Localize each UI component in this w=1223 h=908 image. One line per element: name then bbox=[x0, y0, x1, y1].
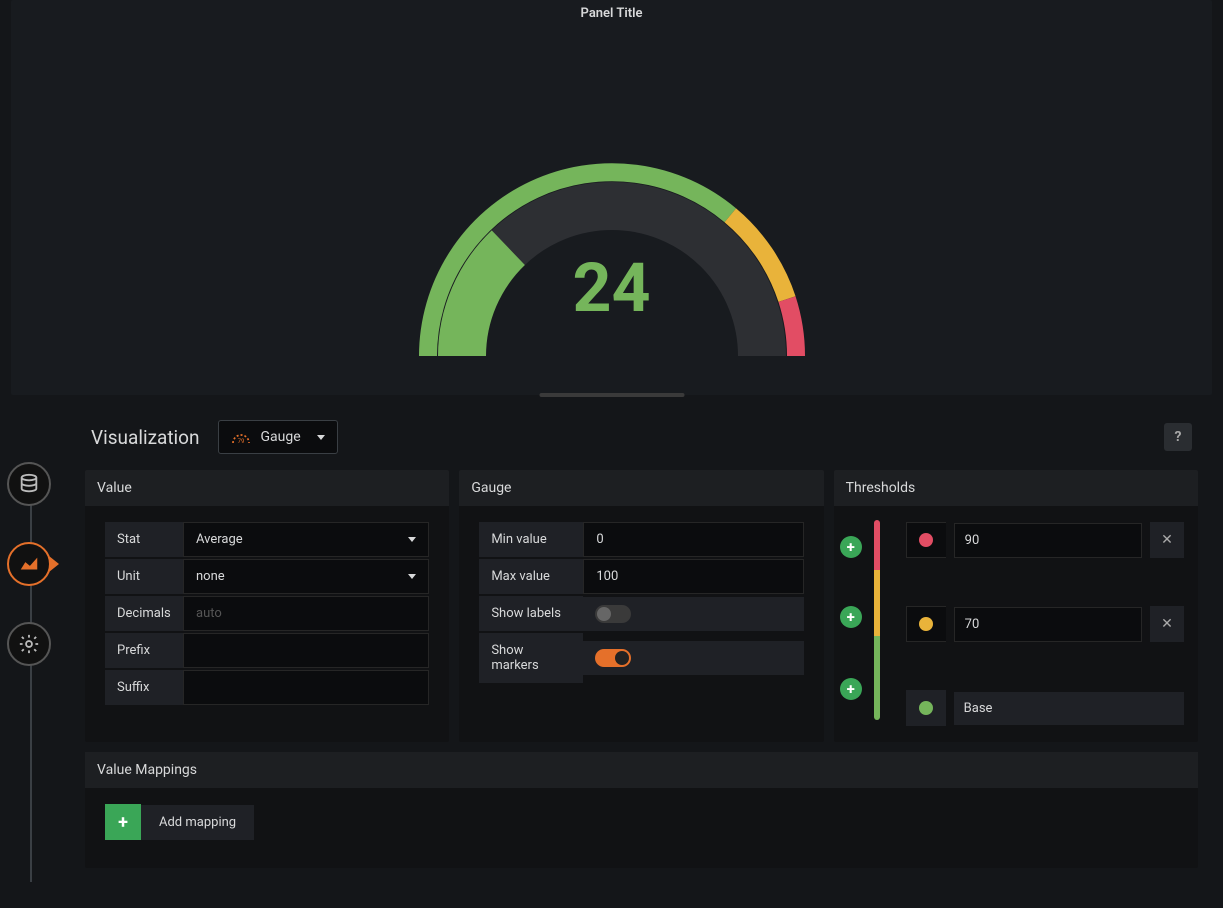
thresholds-section-title: Thresholds bbox=[834, 470, 1198, 506]
add-threshold-button[interactable]: + bbox=[840, 536, 862, 558]
unit-label: Unit bbox=[105, 559, 183, 594]
decimals-label: Decimals bbox=[105, 596, 183, 631]
thresholds-section: Thresholds + + + ✕ ✕ bbox=[834, 470, 1198, 742]
gauge-section: Gauge Min value Max value Show labels Sh… bbox=[459, 470, 823, 742]
value-mappings-title: Value Mappings bbox=[85, 752, 1198, 788]
chevron-down-icon bbox=[408, 574, 416, 579]
threshold-row: ✕ bbox=[906, 606, 1184, 642]
show-labels-toggle[interactable] bbox=[595, 605, 631, 623]
add-mapping-label: Add mapping bbox=[141, 805, 254, 840]
decimals-input[interactable] bbox=[183, 596, 429, 631]
chevron-down-icon bbox=[317, 435, 325, 440]
threshold-color-picker[interactable] bbox=[906, 522, 946, 558]
stat-label: Stat bbox=[105, 522, 183, 557]
suffix-input[interactable] bbox=[183, 670, 429, 705]
database-icon bbox=[18, 473, 40, 495]
add-threshold-button[interactable]: + bbox=[840, 678, 862, 700]
remove-threshold-button[interactable]: ✕ bbox=[1150, 606, 1184, 642]
tab-general[interactable] bbox=[7, 622, 51, 666]
gauge-icon: 79 bbox=[231, 430, 251, 444]
svg-text:79: 79 bbox=[237, 438, 244, 444]
show-labels-label: Show labels bbox=[479, 596, 583, 631]
panel-title[interactable]: Panel Title bbox=[11, 6, 1212, 21]
value-section-title: Value bbox=[85, 470, 449, 506]
add-mapping-button[interactable]: + Add mapping bbox=[105, 804, 254, 840]
area-chart-icon bbox=[18, 553, 40, 575]
threshold-color-picker[interactable] bbox=[906, 606, 946, 642]
gauge-section-title: Gauge bbox=[459, 470, 823, 506]
threshold-value-input[interactable] bbox=[954, 607, 1142, 642]
plus-icon: + bbox=[105, 804, 141, 840]
add-threshold-button[interactable]: + bbox=[840, 606, 862, 628]
threshold-track bbox=[874, 520, 880, 720]
chevron-down-icon bbox=[408, 537, 416, 542]
show-markers-toggle[interactable] bbox=[595, 649, 631, 667]
value-mappings-section: Value Mappings + Add mapping bbox=[85, 752, 1198, 868]
threshold-row: ✕ bbox=[906, 522, 1184, 558]
show-markers-label: Show markers bbox=[479, 633, 583, 683]
threshold-color-picker[interactable] bbox=[906, 690, 946, 726]
gear-icon bbox=[18, 633, 40, 655]
unit-select[interactable]: none bbox=[183, 559, 429, 594]
editor-panel: Visualization 79 Gauge ? Value Stat Aver… bbox=[85, 420, 1198, 868]
threshold-base-label: Base bbox=[954, 692, 1184, 725]
visualization-type-picker[interactable]: 79 Gauge bbox=[218, 420, 338, 454]
threshold-base-row: Base bbox=[906, 690, 1184, 726]
tab-visualization[interactable] bbox=[7, 542, 51, 586]
stat-select[interactable]: Average bbox=[183, 522, 429, 557]
gauge-value-text: 24 bbox=[572, 248, 650, 328]
min-value-label: Min value bbox=[479, 522, 583, 557]
remove-threshold-button[interactable]: ✕ bbox=[1150, 522, 1184, 558]
help-button[interactable]: ? bbox=[1164, 423, 1192, 451]
editor-tab-rail bbox=[7, 462, 55, 702]
visualization-preview-panel: Panel Title 24 bbox=[11, 0, 1212, 395]
max-value-label: Max value bbox=[479, 559, 583, 594]
min-value-input[interactable] bbox=[583, 522, 803, 557]
visualization-heading: Visualization bbox=[91, 426, 200, 449]
visualization-type-label: Gauge bbox=[261, 429, 301, 445]
threshold-value-input[interactable] bbox=[954, 523, 1142, 558]
suffix-label: Suffix bbox=[105, 670, 183, 705]
panel-resize-handle[interactable] bbox=[539, 393, 684, 397]
prefix-input[interactable] bbox=[183, 633, 429, 668]
tab-queries[interactable] bbox=[7, 462, 51, 506]
prefix-label: Prefix bbox=[105, 633, 183, 668]
value-section: Value Stat Average Unit none Decimals Pr… bbox=[85, 470, 449, 742]
max-value-input[interactable] bbox=[583, 559, 803, 594]
